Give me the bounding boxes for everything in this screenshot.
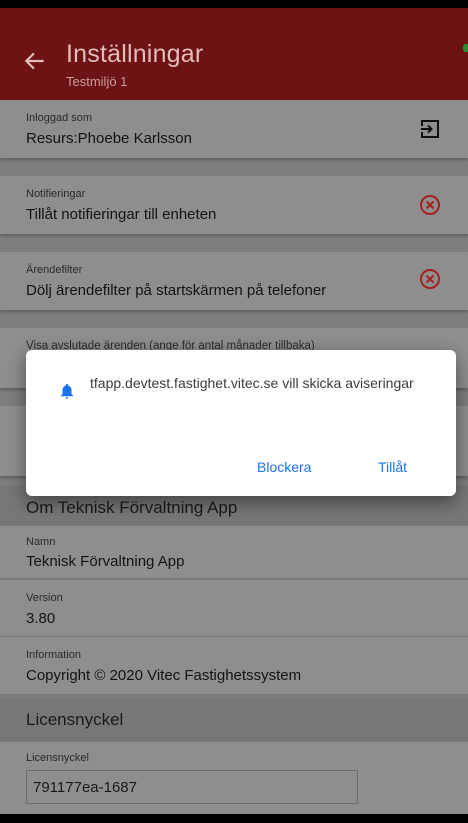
logout-icon[interactable] — [418, 117, 442, 141]
license-label: Licensnyckel — [26, 752, 89, 764]
about-row-version: Version 3.80 — [0, 580, 468, 637]
page-subtitle: Testmiljö 1 — [66, 74, 128, 89]
about-version-label: Version — [26, 592, 63, 604]
filter-card: Ärendefilter Dölj ärendefilter på starts… — [0, 252, 468, 310]
logged-in-card: Inloggad som Resurs:Phoebe Karlsson — [0, 100, 468, 158]
notifications-card: Notifieringar Tillåt notifieringar till … — [0, 176, 468, 234]
logged-in-value: Resurs:Phoebe Karlsson — [26, 130, 192, 147]
close-circle-icon[interactable] — [418, 267, 442, 291]
close-circle-icon[interactable] — [418, 193, 442, 217]
navigation-bar — [0, 814, 468, 823]
logged-in-label: Inloggad som — [26, 112, 93, 124]
about-row-information: Information Copyright © 2020 Vitec Fasti… — [0, 637, 468, 695]
about-info-value: Copyright © 2020 Vitec Fastighetssystem — [26, 667, 302, 684]
about-name-value: Teknisk Förvaltning App — [26, 553, 185, 570]
about-version-value: 3.80 — [26, 610, 56, 627]
dialog-message: tfapp.devtest.fastighet.vitec.se vill sk… — [90, 375, 414, 391]
notification-permission-dialog: tfapp.devtest.fastighet.vitec.se vill sk… — [26, 350, 456, 496]
notifications-value: Tillåt notifieringar till enheten — [26, 206, 217, 223]
about-section-title: Om Teknisk Förvaltning App — [26, 498, 238, 517]
about-name-label: Namn — [26, 536, 56, 548]
app-header: Inställningar Testmiljö 1 — [0, 8, 468, 100]
notifications-label: Notifieringar — [26, 188, 86, 200]
filter-label: Ärendefilter — [26, 264, 83, 276]
status-bar — [0, 0, 468, 8]
status-indicator — [463, 44, 468, 52]
filter-value: Dölj ärendefilter på startskärmen på tel… — [26, 282, 327, 299]
license-section-header: Licensnyckel — [0, 698, 468, 742]
license-key-input[interactable] — [26, 770, 358, 804]
back-arrow-icon[interactable] — [22, 48, 48, 74]
about-info-label: Information — [26, 649, 82, 661]
about-row-name: Namn Teknisk Förvaltning App — [0, 526, 468, 579]
page-title: Inställningar — [66, 40, 204, 68]
license-section-title: Licensnyckel — [26, 710, 124, 729]
bell-icon — [61, 383, 73, 399]
allow-button[interactable]: Tillåt — [378, 459, 407, 475]
block-button[interactable]: Blockera — [257, 459, 311, 475]
